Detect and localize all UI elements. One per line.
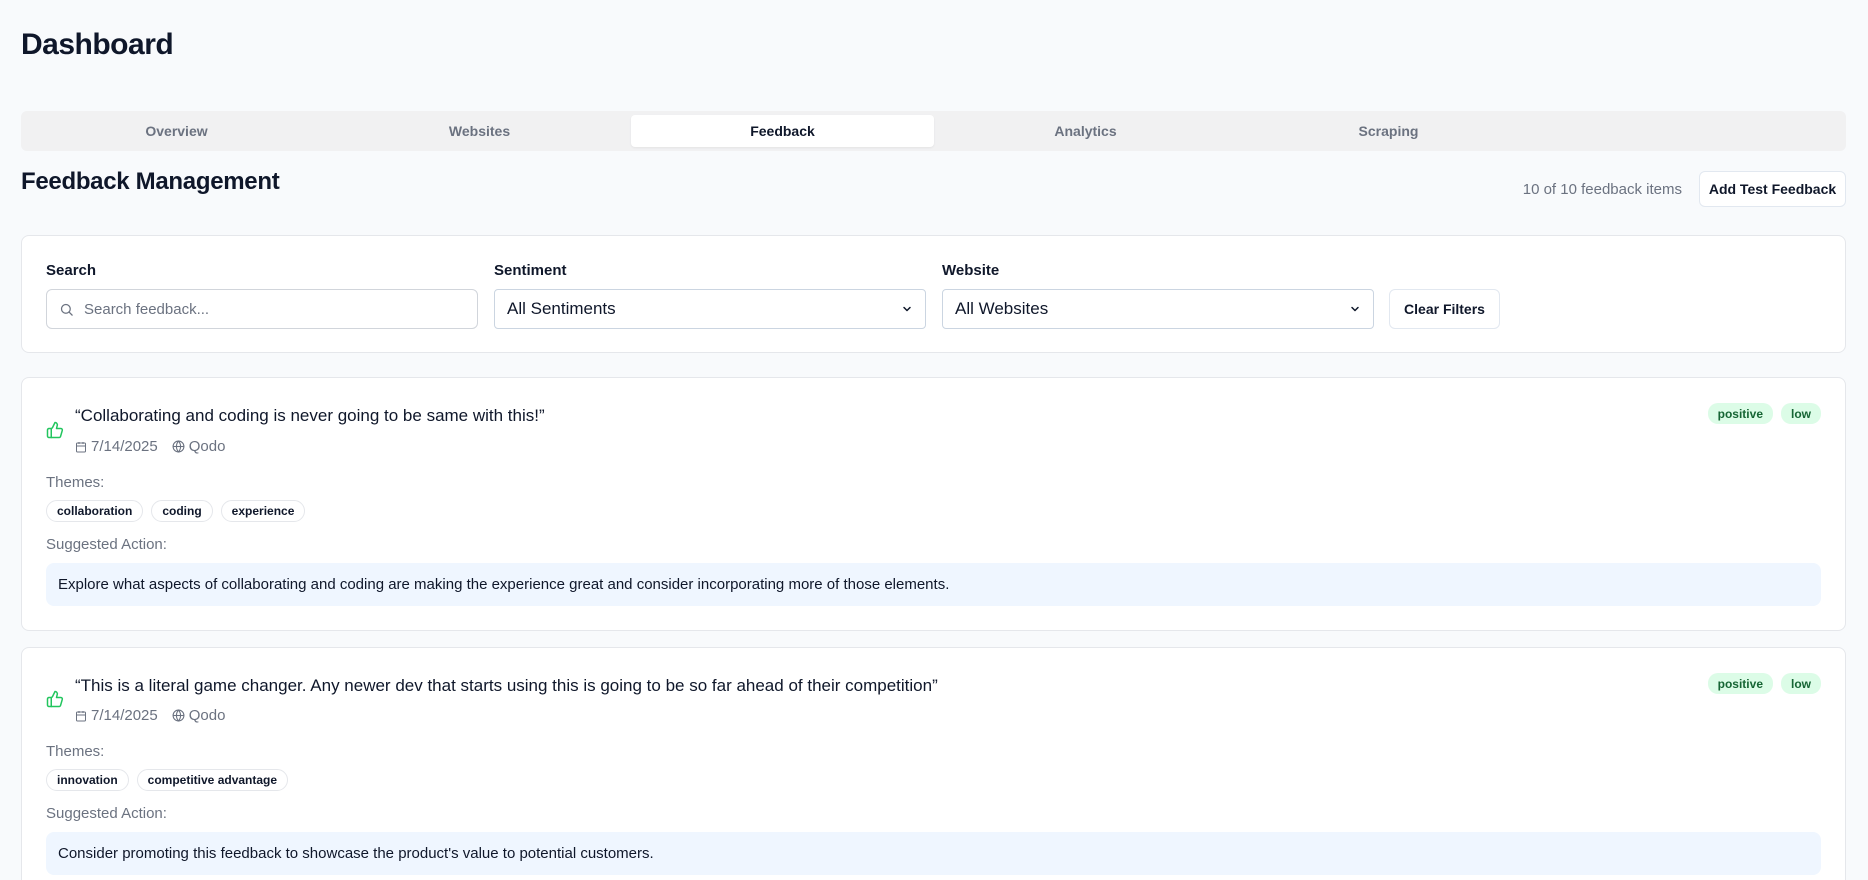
priority-badge: low — [1781, 403, 1821, 424]
feedback-website: Qodo — [188, 438, 226, 455]
section-title: Feedback Management — [21, 168, 280, 195]
priority-badge: low — [1781, 673, 1821, 694]
suggested-action-box: Explore what aspects of collaborating an… — [46, 563, 1821, 606]
feedback-badges: positive low — [1707, 673, 1821, 694]
website-select[interactable]: All Websites — [942, 289, 1374, 329]
feedback-date-item: 7/14/2025 — [75, 438, 158, 455]
search-input[interactable] — [84, 300, 464, 318]
themes-label: Themes: — [46, 474, 105, 491]
feedback-date: 7/14/2025 — [91, 707, 158, 724]
sentiment-select[interactable]: All Sentiments — [494, 289, 926, 329]
theme-chip: competitive advantage — [136, 769, 289, 791]
feedback-date: 7/14/2025 — [91, 438, 158, 455]
calendar-icon — [76, 710, 86, 721]
theme-chip: collaboration — [46, 500, 144, 522]
search-icon — [60, 303, 73, 316]
sentiment-label: Sentiment — [494, 262, 567, 279]
chevron-down-icon — [903, 306, 911, 312]
theme-chip: coding — [151, 500, 213, 522]
feedback-quote: “This is a literal game changer. Any new… — [75, 676, 938, 695]
filters-card: Search Sentiment All Sentiments Website … — [21, 235, 1846, 353]
thumbs-up-icon — [46, 690, 64, 708]
feedback-website-item: Qodo — [172, 438, 226, 455]
feedback-card: “This is a literal game changer. Any new… — [21, 647, 1846, 880]
calendar-icon — [76, 441, 86, 452]
suggested-action-label: Suggested Action: — [46, 805, 167, 822]
themes-list: innovation competitive advantage — [46, 769, 289, 791]
feedback-meta: 7/14/2025 Qodo — [75, 707, 239, 724]
add-test-feedback-button[interactable]: Add Test Feedback — [1699, 171, 1846, 207]
theme-chip: innovation — [46, 769, 129, 791]
tab-analytics[interactable]: Analytics — [934, 115, 1237, 147]
website-label: Website — [942, 262, 1000, 279]
chevron-down-icon — [1351, 306, 1359, 312]
suggested-action-label: Suggested Action: — [46, 536, 167, 553]
theme-chip: experience — [220, 500, 306, 522]
tab-scraping[interactable]: Scraping — [1237, 115, 1540, 147]
globe-icon — [172, 440, 185, 453]
themes-label: Themes: — [46, 743, 105, 760]
feedback-date-item: 7/14/2025 — [75, 707, 158, 724]
search-box[interactable] — [46, 289, 478, 329]
tab-overview[interactable]: Overview — [25, 115, 328, 147]
feedback-meta: 7/14/2025 Qodo — [75, 438, 239, 455]
page-title: Dashboard — [21, 28, 174, 61]
sentiment-badge: positive — [1707, 403, 1773, 424]
tab-feedback[interactable]: Feedback — [631, 115, 934, 147]
feedback-badges: positive low — [1707, 403, 1821, 424]
search-label: Search — [46, 262, 97, 279]
themes-list: collaboration coding experience — [46, 500, 306, 522]
suggested-action-box: Consider promoting this feedback to show… — [46, 832, 1821, 875]
sentiment-badge: positive — [1707, 673, 1773, 694]
tab-websites[interactable]: Websites — [328, 115, 631, 147]
tab-bar: Overview Websites Feedback Analytics Scr… — [21, 111, 1846, 151]
feedback-website-item: Qodo — [172, 707, 226, 724]
website-select-value: All Websites — [955, 299, 1049, 318]
sentiment-select-value: All Sentiments — [507, 299, 616, 318]
feedback-quote: “Collaborating and coding is never going… — [75, 406, 545, 425]
globe-icon — [172, 709, 185, 722]
feedback-card: “Collaborating and coding is never going… — [21, 377, 1846, 631]
feedback-count: 10 of 10 feedback items — [1522, 181, 1682, 198]
feedback-website: Qodo — [188, 707, 226, 724]
thumbs-up-icon — [46, 421, 64, 439]
clear-filters-button[interactable]: Clear Filters — [1389, 289, 1500, 329]
